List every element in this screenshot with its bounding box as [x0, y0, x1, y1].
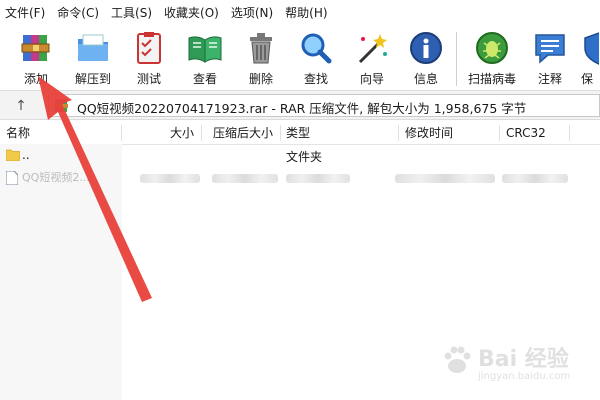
column-name[interactable]: 名称	[6, 122, 30, 144]
address-bar: ↑ QQ短视频20220704171923.rar - RAR 压缩文件, 解包…	[0, 90, 600, 120]
column-divider[interactable]	[499, 125, 500, 141]
find-button[interactable]: 查找	[288, 26, 344, 90]
redacted-type	[286, 174, 350, 183]
watermark-brand: Bai 经验	[478, 347, 569, 372]
column-divider[interactable]	[398, 125, 399, 141]
video-file-icon	[5, 170, 19, 186]
menu-tools[interactable]: 工具(S)	[105, 0, 158, 26]
paw-icon	[444, 346, 471, 373]
test-clipboard-icon	[131, 30, 167, 66]
menu-help[interactable]: 帮助(H)	[279, 0, 333, 26]
menu-favorites[interactable]: 收藏夹(O)	[158, 0, 225, 26]
file-list-header: 名称 大小 压缩后大小 类型 修改时间 CRC32	[0, 122, 600, 145]
column-divider[interactable]	[569, 125, 570, 141]
row-name: QQ短视频2...	[22, 171, 90, 184]
scan-virus-button[interactable]: 扫描病毒	[461, 26, 523, 90]
view-book-icon	[187, 30, 223, 66]
row-name: ..	[22, 148, 30, 162]
add-button[interactable]: 添加	[8, 26, 64, 90]
comment-button[interactable]: 注释	[523, 26, 577, 90]
menu-options[interactable]: 选项(N)	[225, 0, 279, 26]
trash-icon	[243, 30, 279, 66]
column-type[interactable]: 类型	[286, 122, 310, 144]
column-size[interactable]: 大小	[170, 122, 194, 144]
column-divider[interactable]	[201, 125, 202, 141]
redacted-modified	[395, 174, 495, 183]
delete-button[interactable]: 删除	[234, 26, 288, 90]
toolbar: 添加 解压到 测试 查看 删除 查找 向导 信息 扫描病毒 注释 保	[0, 26, 600, 90]
wizard-button[interactable]: 向导	[344, 26, 400, 90]
table-row[interactable]: .. 文件夹	[0, 146, 600, 166]
table-row[interactable]: QQ短视频2...	[0, 168, 600, 188]
column-modified[interactable]: 修改时间	[405, 122, 453, 144]
column-crc32[interactable]: CRC32	[506, 122, 546, 144]
menu-commands[interactable]: 命令(C)	[51, 0, 105, 26]
extract-folder-icon	[75, 30, 111, 66]
path-field[interactable]: QQ短视频20220704171923.rar - RAR 压缩文件, 解包大小…	[48, 94, 600, 117]
menu-file[interactable]: 文件(F)	[0, 0, 51, 26]
column-divider[interactable]	[280, 125, 281, 141]
watermark-url: jingyan.baidu.com	[478, 371, 571, 382]
menu-bar: 文件(F) 命令(C) 工具(S) 收藏夹(O) 选项(N) 帮助(H)	[0, 0, 600, 26]
test-button[interactable]: 测试	[122, 26, 176, 90]
redacted-size	[140, 174, 200, 183]
add-archive-icon	[18, 30, 54, 66]
comment-icon	[532, 30, 568, 66]
toolbar-separator	[456, 32, 457, 86]
redacted-crc32	[502, 174, 568, 183]
rar-file-icon	[54, 98, 68, 113]
column-divider[interactable]	[121, 125, 122, 141]
baidu-watermark: Bai 经验 jingyan.baidu.com	[430, 337, 580, 392]
protect-button[interactable]: 保	[577, 26, 599, 90]
find-magnifier-icon	[298, 30, 334, 66]
extract-to-button[interactable]: 解压到	[64, 26, 122, 90]
archive-path-text: QQ短视频20220704171923.rar - RAR 压缩文件, 解包大小…	[77, 101, 527, 116]
row-type: 文件夹	[286, 150, 323, 164]
column-packed-size[interactable]: 压缩后大小	[213, 122, 273, 144]
folder-icon	[5, 149, 21, 162]
virus-scan-icon	[474, 30, 510, 66]
protect-shield-icon	[581, 30, 599, 66]
view-button[interactable]: 查看	[176, 26, 234, 90]
redacted-packed-size	[212, 174, 278, 183]
up-arrow-icon[interactable]: ↑	[12, 97, 30, 115]
wizard-wand-icon	[354, 30, 390, 66]
info-button[interactable]: 信息	[400, 26, 452, 90]
info-icon	[408, 30, 444, 66]
